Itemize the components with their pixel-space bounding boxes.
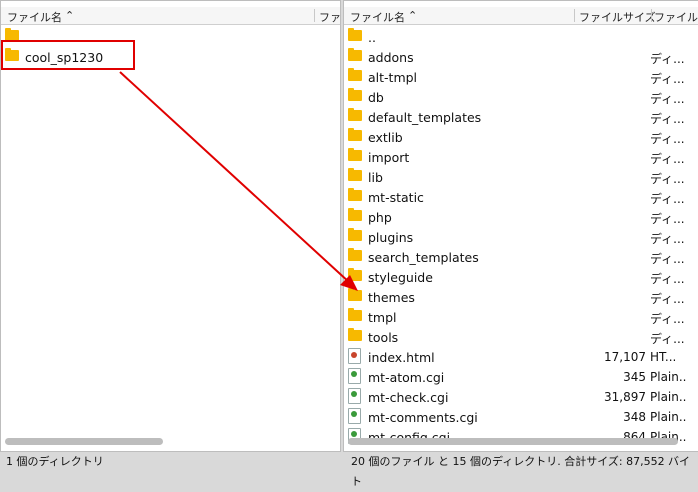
file-name: db	[368, 90, 384, 105]
file-name: ..	[368, 30, 376, 45]
sort-asc-icon: ⌃	[408, 9, 418, 22]
file-name: import	[368, 150, 410, 165]
file-type: ディ...	[650, 212, 685, 226]
file-type: Plain..	[650, 410, 687, 424]
cgi-file-icon	[348, 408, 361, 424]
folder-icon	[348, 268, 362, 281]
file-type: ディ...	[650, 152, 685, 166]
file-type: ディ...	[650, 272, 685, 286]
file-name: mt-atom.cgi	[368, 370, 445, 385]
file-size: 345	[623, 370, 646, 384]
file-name: lib	[368, 170, 383, 185]
file-type: ディ...	[650, 92, 685, 106]
highlight-box	[1, 40, 135, 70]
remote-row[interactable]: themes ディ...	[344, 287, 698, 307]
file-type: ディ...	[650, 232, 685, 246]
file-name: themes	[368, 290, 415, 305]
file-type: ディ...	[650, 312, 685, 326]
remote-row[interactable]: search_templates ディ...	[344, 247, 698, 267]
folder-icon	[348, 68, 362, 81]
remote-col-type-header[interactable]: ファイル	[654, 9, 698, 25]
remote-row[interactable]: default_templates ディ...	[344, 107, 698, 127]
file-type: Plain..	[650, 370, 687, 384]
file-name: addons	[368, 50, 414, 65]
remote-row[interactable]: plugins ディ...	[344, 227, 698, 247]
local-status: 1 個のディレクトリ	[6, 455, 104, 468]
folder-icon	[348, 128, 362, 141]
file-name: tmpl	[368, 310, 397, 325]
file-name: php	[368, 210, 392, 225]
remote-row[interactable]: alt-tmpl ディ...	[344, 67, 698, 87]
remote-file-pane[interactable]: ファイル名 ⌃ ファイルサイズ ファイル .. addons ディ... alt-tm…	[343, 0, 698, 452]
remote-row[interactable]: mt-static ディ...	[344, 187, 698, 207]
file-name: styleguide	[368, 270, 433, 285]
remote-row[interactable]: db ディ...	[344, 87, 698, 107]
file-name: search_templates	[368, 250, 479, 265]
folder-icon	[348, 48, 362, 61]
file-type: ディ...	[650, 172, 685, 186]
remote-row[interactable]: index.html 17,107 HT...	[344, 347, 698, 367]
file-type: ディ...	[650, 72, 685, 86]
folder-icon	[348, 308, 362, 321]
file-size: 31,897	[604, 390, 646, 404]
local-col2-header[interactable]: ファ	[319, 9, 340, 25]
file-name: plugins	[368, 230, 414, 245]
remote-row[interactable]: mt-check.cgi 31,897 Plain..	[344, 387, 698, 407]
remote-horizontal-scrollbar[interactable]	[348, 438, 678, 445]
remote-col-name-header[interactable]: ファイル名	[350, 9, 405, 25]
file-name: alt-tmpl	[368, 70, 418, 85]
file-type: ディ...	[650, 112, 685, 126]
cgi-file-icon	[348, 368, 361, 384]
remote-row[interactable]: import ディ...	[344, 147, 698, 167]
file-name: mt-comments.cgi	[368, 410, 478, 425]
folder-icon	[348, 148, 362, 161]
folder-icon	[348, 328, 362, 341]
file-type: Plain..	[650, 390, 687, 404]
file-name: mt-check.cgi	[368, 390, 449, 405]
remote-row[interactable]: mt-atom.cgi 345 Plain..	[344, 367, 698, 387]
local-horizontal-scrollbar[interactable]	[5, 438, 163, 445]
file-type: ディ...	[650, 192, 685, 206]
remote-row[interactable]: tmpl ディ...	[344, 307, 698, 327]
folder-icon	[348, 208, 362, 221]
file-name: default_templates	[368, 110, 482, 125]
remote-row[interactable]: styleguide ディ...	[344, 267, 698, 287]
remote-status: 20 個のファイル と 15 個のディレクトリ. 合計サイズ: 87,552 バ…	[351, 455, 691, 488]
remote-header: ファイル名 ⌃ ファイルサイズ ファイル	[344, 7, 698, 25]
local-header: ファイル名 ⌃ ファ	[1, 7, 340, 25]
file-type: ディ...	[650, 132, 685, 146]
file-name: tools	[368, 330, 399, 345]
folder-icon	[348, 228, 362, 241]
folder-icon	[348, 288, 362, 301]
file-name: extlib	[368, 130, 403, 145]
folder-icon	[348, 28, 362, 41]
file-name: index.html	[368, 350, 435, 365]
html-file-icon	[348, 348, 361, 364]
folder-icon	[348, 168, 362, 181]
cgi-file-icon	[348, 388, 361, 404]
folder-icon	[348, 108, 362, 121]
remote-col-size-header[interactable]: ファイルサイズ	[579, 9, 656, 25]
local-col-name-header[interactable]: ファイル名	[7, 9, 62, 25]
file-type: HT...	[650, 350, 677, 364]
sort-asc-icon: ⌃	[65, 9, 75, 22]
file-size: 348	[623, 410, 646, 424]
file-size: 17,107	[604, 350, 646, 364]
folder-icon	[348, 88, 362, 101]
file-type: ディ...	[650, 332, 685, 346]
remote-row[interactable]: lib ディ...	[344, 167, 698, 187]
remote-row[interactable]: ..	[344, 27, 698, 47]
folder-icon	[348, 248, 362, 261]
remote-row[interactable]: mt-comments.cgi 348 Plain..	[344, 407, 698, 427]
remote-row[interactable]: tools ディ...	[344, 327, 698, 347]
file-type: ディ...	[650, 252, 685, 266]
remote-row[interactable]: extlib ディ...	[344, 127, 698, 147]
remote-row[interactable]: php ディ...	[344, 207, 698, 227]
folder-icon	[348, 188, 362, 201]
file-type: ディ...	[650, 292, 685, 306]
file-type: ディ...	[650, 52, 685, 66]
file-name: mt-static	[368, 190, 424, 205]
remote-row[interactable]: addons ディ...	[344, 47, 698, 67]
